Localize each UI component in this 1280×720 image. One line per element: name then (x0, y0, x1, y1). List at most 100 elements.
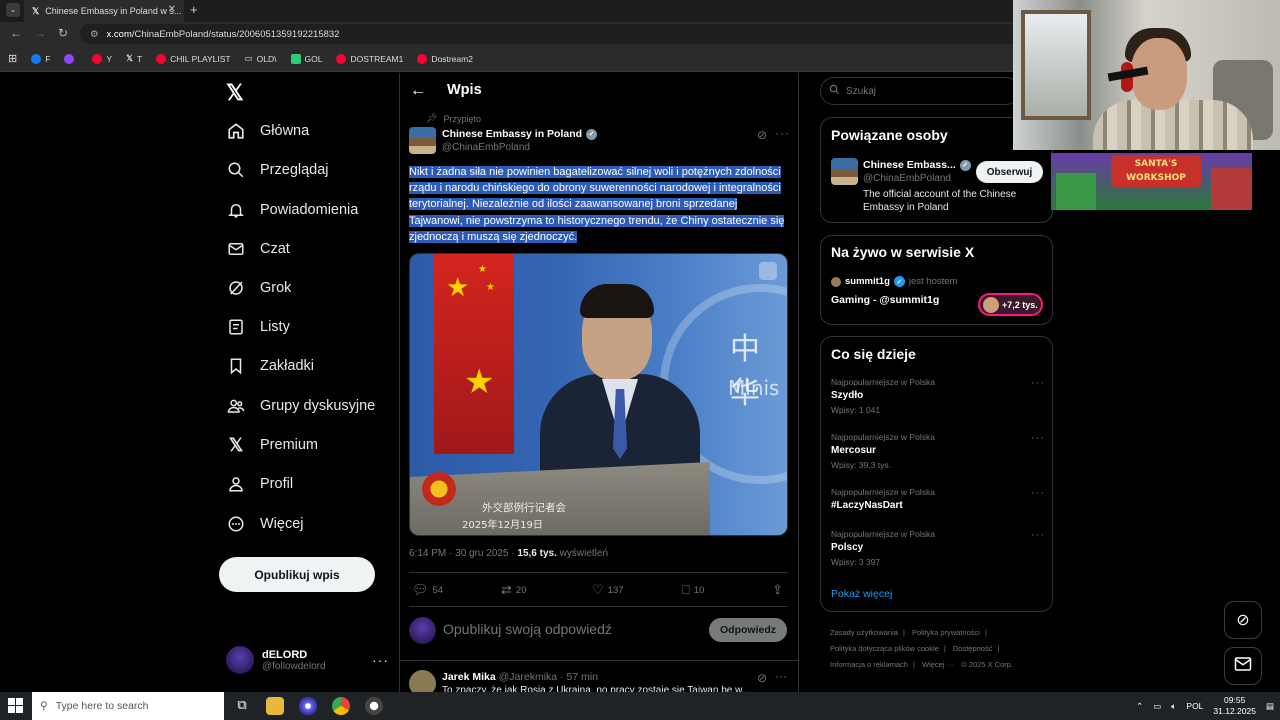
reply-submit-button[interactable]: Odpowiedz (709, 618, 787, 642)
apps-grid-icon[interactable]: ⊞ (8, 52, 17, 65)
nav-item-home[interactable]: Główna (226, 121, 309, 141)
back-arrow-icon[interactable]: ← (410, 82, 426, 100)
verified-badge-icon: ✓ (893, 276, 905, 287)
reply-count: 54 (432, 584, 444, 596)
forward-arrow-icon[interactable]: → (34, 26, 46, 40)
language-indicator[interactable]: POL (1186, 701, 1203, 711)
footer-link[interactable]: Zasady użytkowania (830, 628, 898, 637)
footer-link[interactable]: Polityka dotycząca plików cookie (830, 644, 939, 653)
repost-action[interactable]: ⇄ 20 (501, 582, 526, 598)
share-action[interactable]: ⇪ (772, 582, 783, 598)
site-info-icon[interactable]: ⚙ (90, 29, 99, 40)
system-tray: ⌃ ▭ 🔈︎ POL 09:55 31.12.2025 ▤ (1136, 692, 1280, 720)
obs-icon[interactable] (365, 697, 383, 715)
home-icon (226, 121, 246, 141)
tab-search-button[interactable]: ⌄ (6, 3, 20, 17)
bookmark-favicon-icon (156, 53, 167, 64)
new-tab-button[interactable]: + (190, 2, 198, 17)
grok-icon: ⊘ (1236, 612, 1250, 629)
verified-badge-icon: ✓ (586, 128, 598, 140)
nav-item-notifications[interactable]: Powiadomienia (226, 200, 358, 220)
clock[interactable]: 09:55 31.12.2025 (1213, 695, 1256, 717)
address-bar[interactable]: ⚙ x.com/ChinaEmbPoland/status/2006051359… (80, 24, 1020, 44)
related-avatar[interactable] (831, 158, 858, 185)
messages-floating-button[interactable] (1224, 647, 1262, 685)
trend-more-icon[interactable]: ··· (1031, 529, 1045, 541)
live-listener-count[interactable]: +7,2 tys. (978, 293, 1043, 316)
reply-action[interactable]: 💬︎ 54 (412, 582, 443, 598)
pinned-indicator: 📌︎ Przypięto (426, 113, 481, 124)
nav-item-more[interactable]: Więcej (226, 514, 304, 534)
tweet-author-avatar[interactable] (409, 127, 436, 154)
nav-item-premium[interactable]: 𝕏 Premium (226, 435, 318, 455)
account-switcher[interactable]: dELORD @followdelord (226, 646, 326, 674)
bookmark-folder[interactable]: ▭ OLD\ (245, 53, 277, 64)
footer-link[interactable]: Informacja o reklamach (830, 660, 908, 669)
volume-icon[interactable]: 🔈︎ (1171, 701, 1176, 712)
browser-tab[interactable]: 𝕏 Chinese Embassy in Poland w s... ✕ (24, 0, 184, 22)
bookmark-item[interactable]: Y (92, 53, 112, 64)
bookmark-item[interactable]: 𝕏T (126, 53, 142, 64)
related-name-row[interactable]: Chinese Embass... ✓ (863, 159, 971, 171)
post-button[interactable]: Opublikuj wpis (219, 557, 375, 592)
file-explorer-icon[interactable] (266, 697, 284, 715)
tray-overflow-icon[interactable]: ⌃ (1136, 701, 1143, 712)
tweet-image[interactable]: 中华 Minis ★ ★ ★ ★ 外交部例行记者会 2025年12月19日 (409, 253, 788, 536)
search-input[interactable]: Szukaj (820, 77, 1020, 105)
more-icon[interactable]: ··· (775, 126, 790, 140)
follow-button[interactable]: Obserwuj (976, 161, 1043, 183)
nav-item-communities[interactable]: Grupy dyskusyjne (226, 396, 375, 416)
reply-text: To znaczy, że jak Rosja z Ukrainą, no pr… (442, 685, 751, 692)
nav-item-grok[interactable]: Grok (226, 278, 291, 298)
more-icon[interactable]: ··· (775, 669, 787, 683)
tweet-author-name-row[interactable]: Chinese Embassy in Poland ✓ (442, 128, 598, 140)
taskbar-search-input[interactable]: ⚲ Type here to search (32, 692, 224, 720)
nav-item-explore[interactable]: Przeglądaj (226, 160, 329, 180)
bookmark-item[interactable]: F (31, 53, 50, 64)
bookmark-action[interactable]: ⎕ 10 (682, 582, 704, 598)
show-more-link[interactable]: Pokaż więcej (831, 588, 892, 600)
network-icon[interactable]: ▭ (1153, 701, 1161, 712)
reload-icon[interactable]: ↻ (58, 26, 68, 40)
bookmark-item[interactable]: GOL (290, 53, 322, 64)
reply-input[interactable]: Opublikuj swoją odpowiedź (443, 621, 612, 637)
tweet-author-handle[interactable]: @ChinaEmbPoland (442, 142, 530, 153)
bookmark-item[interactable]: Dostream2 (417, 53, 473, 64)
windows-start-icon[interactable] (8, 698, 24, 714)
close-tab-icon[interactable]: ✕ (168, 4, 176, 15)
bookmark-item[interactable] (64, 53, 78, 64)
nav-item-lists[interactable]: Listy (226, 317, 290, 337)
task-view-icon[interactable]: ⧉ (233, 697, 251, 715)
reply-author-row[interactable]: Jarek Mika @Jarekmika · 57 min (442, 671, 598, 683)
trend-item[interactable]: Najpopularniejsze w Polska Mercosur Wpis… (831, 432, 935, 470)
account-more-icon[interactable]: ··· (372, 652, 389, 668)
like-action[interactable]: ♡ 137 (592, 582, 624, 598)
nav-item-chat[interactable]: Czat (226, 239, 290, 259)
footer-link[interactable]: Dostępność (953, 644, 993, 653)
footer-link[interactable]: Polityka prywatności (912, 628, 980, 637)
trend-item[interactable]: Najpopularniejsze w Polska #LaczyNasDart (831, 487, 935, 511)
grok-icon[interactable]: ⊘ (757, 128, 767, 142)
trend-more-icon[interactable]: ··· (1031, 432, 1045, 444)
trend-more-icon[interactable]: ··· (1031, 487, 1045, 499)
footer-link[interactable]: Więcej ··· (922, 660, 954, 669)
grok-floating-button[interactable]: ⊘ (1224, 601, 1262, 639)
back-arrow-icon[interactable]: ← (10, 26, 22, 40)
chrome-icon[interactable] (332, 697, 350, 715)
related-handle[interactable]: @ChinaEmbPoland (863, 173, 951, 184)
tweet-time[interactable]: 6:14 PM · 30 gru 2025 · (409, 548, 517, 559)
nav-item-bookmarks[interactable]: Zakładki (226, 356, 314, 376)
trend-more-icon[interactable]: ··· (1031, 377, 1045, 389)
nav-item-profile[interactable]: Profil (226, 474, 293, 494)
trend-item[interactable]: Najpopularniejsze w Polska Polscy Wpisy:… (831, 529, 935, 567)
live-stream-title[interactable]: Gaming - @summit1g (831, 294, 939, 306)
x-logo-icon[interactable]: 𝕏 (226, 80, 244, 106)
trend-item[interactable]: Najpopularniejsze w Polska Szydło Wpisy:… (831, 377, 935, 415)
live-host[interactable]: summit1g ✓ jest hostem (831, 276, 957, 287)
repost-icon: ⇄ (501, 582, 512, 597)
grok-icon[interactable]: ⊘ (757, 671, 767, 685)
notifications-icon[interactable]: ▤ (1266, 701, 1274, 712)
bookmark-item[interactable]: CHIL PLAYLIST (156, 53, 231, 64)
discord-icon[interactable] (299, 697, 317, 715)
bookmark-item[interactable]: DOSTREAM1 (336, 53, 403, 64)
